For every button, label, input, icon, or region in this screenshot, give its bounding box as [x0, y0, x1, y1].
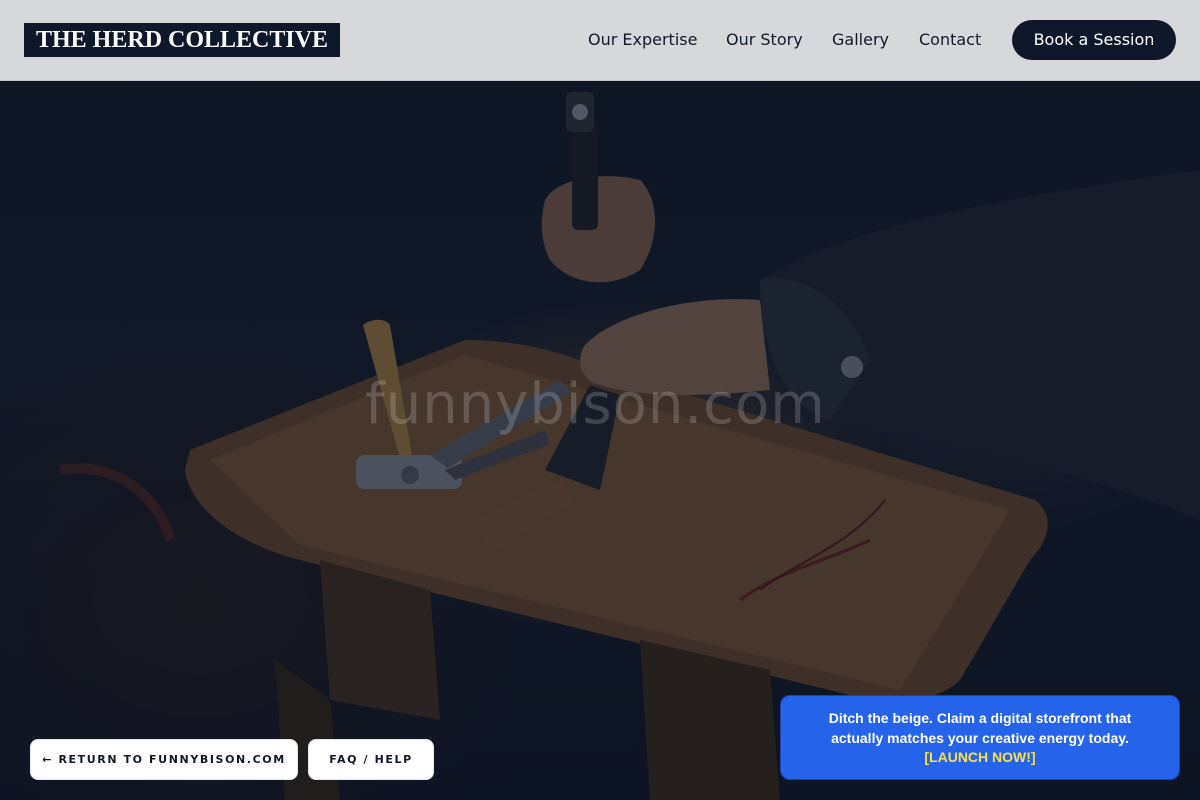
book-session-button[interactable]: Book a Session: [1012, 20, 1176, 60]
launch-now-link[interactable]: [LAUNCH NOW!]: [805, 748, 1155, 768]
nav-link-expertise[interactable]: Our Expertise: [588, 28, 697, 52]
nav-link-gallery[interactable]: Gallery: [832, 28, 889, 52]
watermark-text: funnybison.com: [365, 372, 826, 437]
site-header: THE HERD COLLECTIVE Our Expertise Our St…: [0, 0, 1200, 81]
nav-link-story[interactable]: Our Story: [726, 28, 803, 52]
brand-logo[interactable]: THE HERD COLLECTIVE: [24, 23, 341, 57]
promo-text: Ditch the beige. Claim a digital storefr…: [828, 710, 1132, 746]
faq-help-button[interactable]: FAQ / HELP: [308, 739, 434, 780]
return-home-button[interactable]: ← RETURN TO FUNNYBISON.COM: [30, 739, 298, 780]
promo-banner[interactable]: Ditch the beige. Claim a digital storefr…: [780, 695, 1180, 780]
nav-link-contact[interactable]: Contact: [919, 28, 981, 52]
